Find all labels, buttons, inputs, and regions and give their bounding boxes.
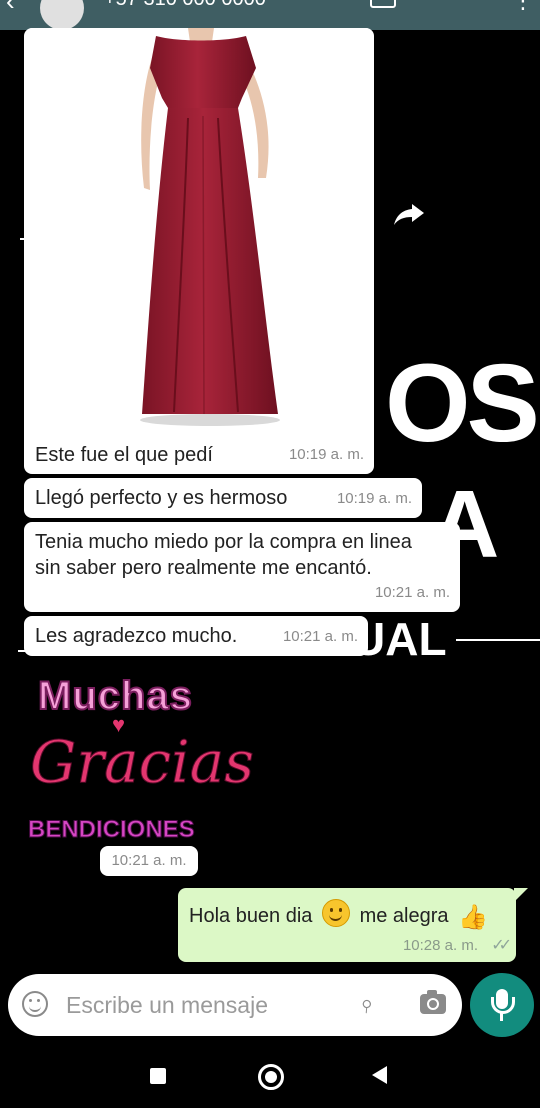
- back-icon[interactable]: [372, 1066, 387, 1084]
- message-text: Tenia mucho miedo por la compra en linea…: [35, 531, 412, 579]
- wallpaper-text-os: OS: [385, 342, 540, 465]
- gracias-sticker[interactable]: Muchas ♥ Gracias BENDICIONES: [26, 672, 255, 848]
- home-icon[interactable]: [258, 1064, 284, 1090]
- incoming-message[interactable]: Tenia mucho miedo por la compra en linea…: [24, 522, 460, 612]
- image-message[interactable]: Este fue el que pedí 10:19 a. m.: [24, 28, 374, 474]
- message-text-part: Hola buen dia: [189, 905, 313, 927]
- message-text-part: me alegra: [359, 905, 449, 927]
- message-text: Les agradezco mucho.: [35, 625, 238, 647]
- system-nav-bar: [0, 1044, 540, 1108]
- microphone-icon-stem: [500, 1013, 503, 1021]
- sticker-time: 10:21 a. m.: [100, 846, 198, 876]
- wallpaper-line: [456, 639, 540, 641]
- sticker-text-line2: Gracias: [29, 728, 255, 797]
- message-time: 10:21 a. m.: [282, 628, 358, 645]
- message-time: 10:19 a. m.: [336, 490, 412, 507]
- message-time: 10:19 a. m.: [288, 446, 364, 463]
- message-composer[interactable]: Escribe un mensaje ⌕: [8, 974, 462, 1036]
- message-text: Hola buen dia me alegra 👍: [189, 899, 488, 932]
- camera-icon[interactable]: [420, 990, 446, 1014]
- read-receipt-icon: ✓✓: [491, 937, 512, 954]
- forward-icon[interactable]: [392, 198, 426, 228]
- thumbs-up-emoji-icon: 👍: [458, 904, 488, 931]
- contact-name[interactable]: +57 310 000 0000: [104, 0, 266, 11]
- attach-icon[interactable]: ⌕: [353, 989, 381, 1019]
- outgoing-message[interactable]: Hola buen dia me alegra 👍 10:28 a. m. ✓✓: [178, 888, 516, 962]
- message-time: 10:28 a. m.: [402, 937, 478, 954]
- recents-icon[interactable]: [150, 1068, 166, 1084]
- red-dress-photo: [140, 28, 280, 426]
- message-time: 10:21 a. m.: [374, 584, 450, 601]
- bubble-tail: [514, 888, 528, 902]
- message-input[interactable]: Escribe un mensaje: [66, 992, 268, 1019]
- voice-message-button[interactable]: [470, 973, 534, 1037]
- microphone-icon-arc: [491, 997, 515, 1014]
- back-arrow-icon[interactable]: ‹: [6, 0, 15, 17]
- incoming-message[interactable]: Llegó perfecto y es hermoso 10:19 a. m.: [24, 478, 422, 518]
- more-options-icon[interactable]: ⋮: [512, 0, 534, 14]
- dress-image[interactable]: [28, 28, 370, 440]
- video-call-icon[interactable]: [370, 0, 396, 8]
- incoming-message[interactable]: Les agradezco mucho. 10:21 a. m.: [24, 616, 368, 656]
- image-caption: Este fue el que pedí: [35, 444, 213, 466]
- message-text: Llegó perfecto y es hermoso: [35, 487, 288, 509]
- smiling-face-emoji-icon: [322, 899, 350, 927]
- contact-avatar[interactable]: [40, 0, 84, 30]
- emoji-icon[interactable]: [22, 991, 48, 1017]
- chat-header: ‹ +57 310 000 0000 ⋮: [0, 0, 540, 30]
- sticker-text-line3: BENDICIONES: [28, 816, 196, 844]
